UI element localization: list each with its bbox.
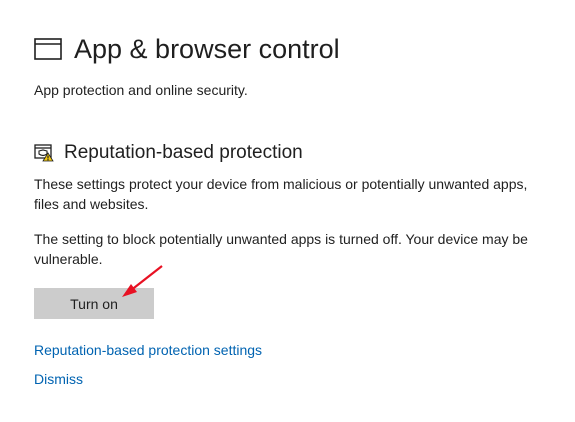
reputation-settings-link[interactable]: Reputation-based protection settings (34, 341, 262, 359)
shield-warning-icon (34, 144, 54, 162)
section-title: Reputation-based protection (64, 142, 303, 163)
section-header: Reputation-based protection (34, 140, 303, 166)
section-warning-text: The setting to block potentially unwante… (34, 231, 528, 267)
turn-on-button[interactable]: Turn on (34, 288, 154, 319)
page-title: App & browser control (74, 34, 340, 64)
window-icon (34, 38, 62, 60)
page-header: App & browser control (34, 32, 340, 66)
section-description: These settings protect your device from … (34, 176, 528, 212)
app-browser-control-page: App & browser control App protection and… (0, 0, 575, 422)
dismiss-link[interactable]: Dismiss (34, 370, 83, 388)
page-subtitle: App protection and online security. (34, 82, 248, 98)
